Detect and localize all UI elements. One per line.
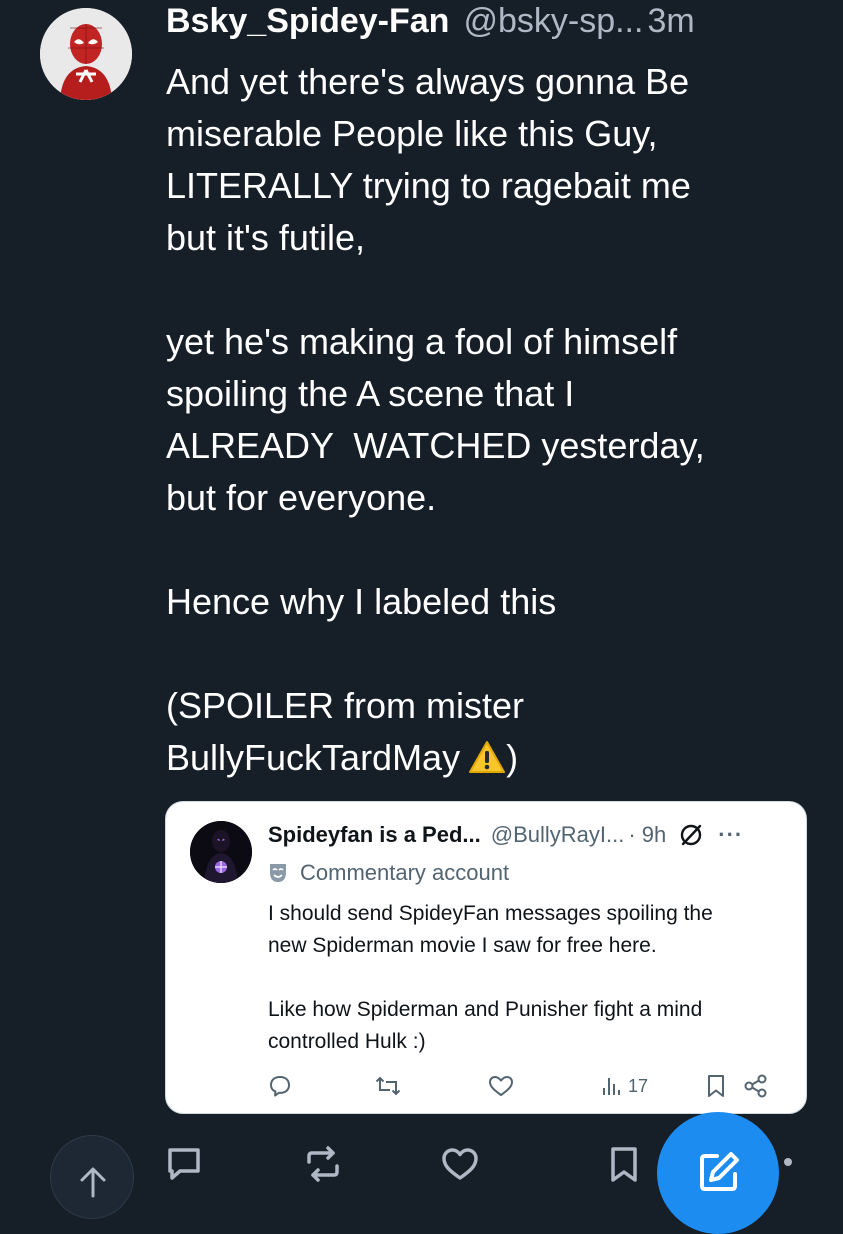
spiderman-avatar-image [40, 8, 132, 100]
author-handle[interactable]: @bsky-sp... [463, 2, 643, 41]
post-timestamp[interactable]: 3m [647, 2, 694, 41]
grok-circle-icon[interactable] [678, 822, 704, 848]
post-line: BullyFuckTardMay [166, 737, 461, 778]
post-line: (SPOILER from mister [166, 685, 525, 726]
post-line: but for everyone. [166, 477, 437, 518]
post-line: but it's futile, [166, 217, 365, 258]
quoted-more-icon[interactable]: ··· [718, 822, 743, 848]
quoted-post-text: I should send SpideyFan messages spoilin… [268, 898, 788, 1058]
reply-icon[interactable] [165, 1146, 203, 1182]
post-header: Bsky_Spidey-Fan @bsky-sp... 3m [166, 2, 813, 48]
reply-icon[interactable] [268, 1074, 292, 1098]
views-count: 17 [628, 1075, 649, 1096]
post-line: miserable People like this Guy, [166, 113, 658, 154]
quoted-author-handle[interactable]: @BullyRayI... [491, 822, 625, 848]
scroll-top-button[interactable] [50, 1135, 134, 1219]
repost-icon[interactable] [375, 1074, 401, 1098]
quoted-action-bar: 17 [268, 1074, 788, 1106]
author-display-name[interactable]: Bsky_Spidey-Fan [166, 2, 449, 41]
post-text: And yet there's always gonna Be miserabl… [166, 56, 816, 788]
post-line: ) [506, 737, 519, 778]
quoted-line: I should send SpideyFan messages spoilin… [268, 902, 713, 925]
post-line: yet he's making a fool of himself [166, 321, 678, 362]
views-stat[interactable]: 17 [600, 1074, 648, 1098]
quoted-author-avatar[interactable] [190, 821, 252, 883]
like-icon[interactable] [488, 1074, 514, 1098]
account-label-text[interactable]: Commentary account [300, 860, 509, 886]
warning-emoji-icon [468, 736, 506, 788]
post-line: LITERALLY trying to ragebait me [166, 165, 691, 206]
quoted-paragraph-1: I should send SpideyFan messages spoilin… [268, 898, 788, 962]
bookmark-icon[interactable] [607, 1146, 641, 1184]
share-icon[interactable] [743, 1074, 769, 1098]
quoted-line: controlled Hulk :) [268, 1030, 426, 1053]
more-icon[interactable] [784, 1158, 792, 1166]
compose-icon [700, 1152, 739, 1191]
post-paragraph-2: yet he's making a fool of himself spoili… [166, 316, 816, 524]
account-label-row: Commentary account [268, 860, 509, 886]
post-line: ALREADY WATCHED yesterday, [166, 425, 705, 466]
quoted-line: new Spiderman movie I saw for free here. [268, 934, 657, 957]
quoted-paragraph-2: Like how Spiderman and Punisher fight a … [268, 994, 788, 1058]
quoted-post-header: Spideyfan is a Ped... @BullyRayI... · 9h… [268, 822, 743, 848]
post-line: spoiling the A scene that I [166, 373, 575, 414]
quoted-post-timestamp[interactable]: · 9h [628, 822, 666, 848]
post-line: Hence why I labeled this [166, 581, 557, 622]
views-icon [603, 1078, 620, 1095]
post-paragraph-4: (SPOILER from mister BullyFuckTardMay) [166, 680, 816, 788]
post-paragraph-1: And yet there's always gonna Be miserabl… [166, 56, 816, 264]
bookmark-icon[interactable] [705, 1074, 727, 1098]
compose-button[interactable] [657, 1112, 779, 1234]
post-line: And yet there's always gonna Be [166, 61, 690, 102]
quoted-post-card[interactable]: Spideyfan is a Ped... @BullyRayI... · 9h… [165, 801, 807, 1114]
dark-spiderman-avatar-image [190, 821, 252, 883]
post-paragraph-3: Hence why I labeled this [166, 576, 816, 628]
commentary-mask-icon [268, 862, 288, 884]
author-avatar[interactable] [40, 8, 132, 100]
like-icon[interactable] [440, 1145, 480, 1183]
quoted-author-display-name[interactable]: Spideyfan is a Ped... [268, 822, 481, 848]
scroll-top-icon [80, 1167, 106, 1198]
quoted-line: Like how Spiderman and Punisher fight a … [268, 998, 703, 1021]
repost-icon[interactable] [303, 1146, 343, 1182]
